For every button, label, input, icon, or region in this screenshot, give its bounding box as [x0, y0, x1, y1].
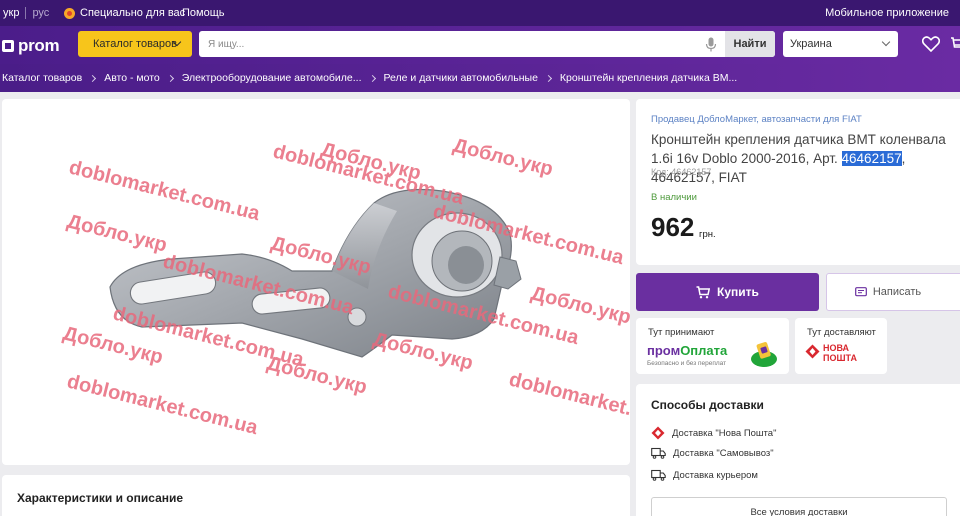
seller-link[interactable]: Продавец ДоблоМаркет, автозапчасти для F…: [651, 114, 862, 125]
message-seller-button[interactable]: Написать: [826, 273, 960, 311]
watermark-cyr: Добло.укр: [265, 353, 369, 399]
breadcrumb-item[interactable]: Реле и датчики автомобильные: [384, 72, 538, 84]
delivery-label: Тут доставляют: [807, 327, 876, 338]
watermark-domain: doblomarket.com.ua: [67, 157, 263, 226]
buy-button[interactable]: Купить: [636, 273, 819, 311]
special-offer-icon: [64, 7, 75, 19]
payment-badge[interactable]: Тут принимают промОплата Безопасно и без…: [636, 318, 789, 374]
lang-rus[interactable]: рус: [32, 7, 49, 19]
breadcrumb-item[interactable]: Каталог товаров: [2, 72, 82, 84]
shipping-card: Способы доставки Доставка "Нова Пошта" Д…: [636, 384, 960, 516]
search-input[interactable]: [199, 31, 699, 57]
chevron-right-icon: [166, 74, 174, 82]
chevron-right-icon: [368, 74, 376, 82]
shipping-method: Доставка "Самовывоз": [651, 447, 774, 459]
product-price: 962: [651, 212, 695, 242]
message-icon: [854, 286, 867, 296]
watermark-cyr: Добло.укр: [65, 211, 169, 257]
product-gallery[interactable]: doblomarket.com.ua doblomarket.com.ua До…: [2, 99, 630, 465]
shipping-method: Доставка курьером: [651, 469, 758, 481]
buy-button-label: Купить: [717, 285, 759, 299]
lang-divider: [25, 7, 27, 19]
favorites-heart-icon[interactable]: [922, 36, 940, 52]
shipping-method-label: Доставка "Нова Пошта": [672, 427, 777, 439]
search-bar: Найти: [199, 31, 775, 57]
region-value: Украина: [790, 38, 832, 50]
all-delivery-terms-button[interactable]: Все условия доставки: [651, 497, 947, 516]
chevron-right-icon: [89, 74, 97, 82]
product-title-highlight: 46462157: [841, 151, 902, 166]
chevron-down-icon: [881, 37, 891, 47]
chevron-right-icon: [544, 74, 552, 82]
product-title: Кронштейн крепления датчика ВМТ коленвал…: [651, 130, 960, 187]
shipping-method-label: Доставка курьером: [673, 469, 758, 481]
lang-ukr[interactable]: укр: [3, 7, 19, 19]
special-for-you-link[interactable]: Специально для вас: [64, 7, 185, 19]
watermark-cyr: Добло.укр: [451, 135, 555, 181]
nova-poshta-icon: [805, 344, 820, 359]
language-switcher: укр рус: [3, 7, 49, 19]
prom-oplata-part2: Оплата: [680, 343, 728, 358]
breadcrumb: Каталог товаров Авто - мото Электрообору…: [0, 64, 960, 92]
nova-poshta-logo: НОВА ПОШТА: [823, 343, 857, 363]
wallet-icon: [751, 342, 777, 367]
shipping-method-label: Доставка "Самовывоз": [673, 447, 774, 459]
truck-icon: [651, 469, 666, 481]
special-for-you-label: Специально для вас: [80, 7, 186, 19]
payment-subtitle: Безопасно и без переплат: [647, 360, 727, 367]
breadcrumb-item[interactable]: Кронштейн крепления датчика ВМ...: [560, 72, 737, 84]
prom-oplata-part1: пром: [647, 343, 681, 358]
prom-logo[interactable]: prom: [2, 36, 60, 56]
delivery-badge[interactable]: Тут доставляют НОВА ПОШТА: [795, 318, 887, 374]
mobile-app-link[interactable]: Мобильное приложение: [825, 7, 949, 19]
stock-status: В наличии: [651, 192, 697, 203]
characteristics-title: Характеристики и описание: [17, 491, 184, 505]
microphone-icon[interactable]: [705, 37, 717, 52]
cart-icon: [696, 285, 711, 298]
payment-label: Тут принимают: [648, 327, 715, 338]
catalog-button-label: Каталог товаров: [93, 38, 177, 50]
product-info-card: Продавец ДоблоМаркет, автозапчасти для F…: [636, 99, 960, 265]
breadcrumb-item[interactable]: Электрооборудование автомобиле...: [182, 72, 362, 84]
shipping-method: Доставка "Нова Пошта": [651, 426, 776, 440]
nova-poshta-line2: ПОШТА: [823, 353, 857, 363]
nova-poshta-line1: НОВА: [823, 343, 850, 353]
watermark-domain: doblomarket.com.ua: [65, 371, 261, 440]
product-image: doblomarket.com.ua doblomarket.com.ua До…: [61, 135, 630, 440]
truck-icon: [651, 447, 666, 459]
product-code: Код: 46462157: [651, 167, 712, 177]
message-seller-label: Написать: [872, 286, 922, 298]
characteristics-section: Характеристики и описание: [2, 475, 630, 516]
cart-icon[interactable]: [950, 36, 960, 52]
search-button[interactable]: Найти: [725, 31, 775, 57]
breadcrumb-item[interactable]: Авто - мото: [104, 72, 160, 84]
prom-logo-text: prom: [18, 36, 60, 55]
shipping-title: Способы доставки: [651, 398, 764, 412]
prom-logo-icon: [2, 40, 14, 52]
header: prom Каталог товаров Найти Украина: [0, 26, 960, 64]
help-link[interactable]: Помощь: [182, 7, 225, 19]
nova-poshta-icon: [651, 426, 665, 440]
top-bar: укр рус Специально для вас Помощь Мобиль…: [0, 0, 960, 26]
watermark-domain: doblomarket.com.ua: [507, 369, 630, 438]
catalog-button[interactable]: Каталог товаров: [78, 31, 192, 57]
prom-oplata-logo: промОплата: [647, 343, 727, 358]
price-currency: грн.: [699, 229, 716, 240]
region-select[interactable]: Украина: [783, 31, 898, 57]
